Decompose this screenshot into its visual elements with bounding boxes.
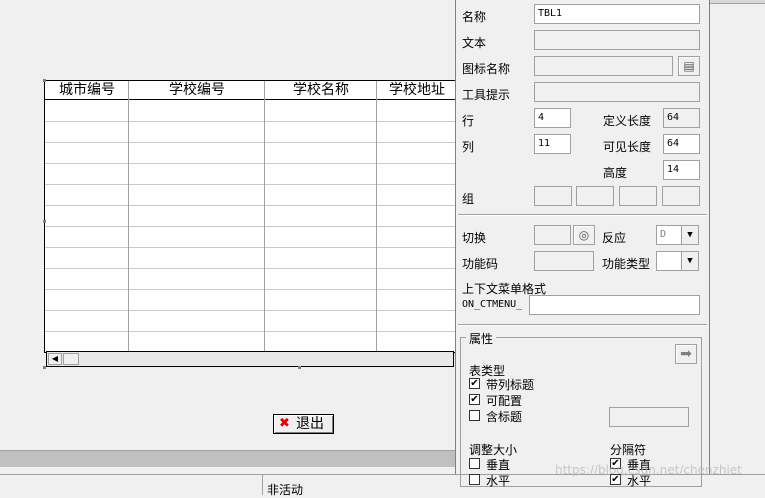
tooltip-field[interactable] [534, 82, 700, 102]
defined-length-field[interactable]: 64 [663, 108, 700, 128]
height-label: 高度 [603, 166, 628, 180]
rows-field[interactable]: 4 [534, 108, 571, 128]
status-text: 非活动 [267, 483, 304, 497]
icon-name-label: 图标名称 [462, 62, 511, 76]
arrow-right-icon: ➡ [680, 346, 692, 362]
chevron-down-icon[interactable]: ▼ [681, 252, 698, 270]
table-row-line [45, 310, 457, 311]
function-code-field[interactable] [534, 251, 594, 271]
function-type-select[interactable]: ▼ [656, 251, 699, 271]
resize-vertical-label: 垂直 [486, 458, 511, 472]
scroll-thumb[interactable] [63, 353, 79, 365]
divider [458, 324, 707, 326]
exit-button[interactable]: ✖ 退出 [273, 414, 334, 434]
resize-horizontal-checkbox[interactable] [469, 474, 480, 485]
column-title-label: 带列标题 [486, 378, 535, 392]
table-row-line [45, 247, 457, 248]
function-type-label: 功能类型 [602, 257, 651, 271]
context-menu-prefix: ON_CTMENU_ [462, 299, 523, 310]
resize-horizontal-label: 水平 [486, 474, 511, 488]
group-label: 组 [462, 192, 475, 206]
height-field[interactable]: 14 [663, 160, 700, 180]
context-menu-field[interactable] [529, 295, 700, 315]
column-line [128, 81, 129, 352]
table-row-line [45, 289, 457, 290]
selection-handle[interactable] [43, 366, 46, 369]
icon-picker-button[interactable]: ▤ [678, 56, 700, 76]
attributes-panel: 名称 TBL1 文本 图标名称 ▤ 工具提示 行 4 定义长度 64 列 11 … [455, 0, 710, 488]
column-title-checkbox[interactable]: ✔ [469, 378, 480, 389]
with-title-checkbox[interactable] [469, 410, 480, 421]
table-control[interactable]: 城市编号 学校编号 学校名称 学校地址 [44, 80, 458, 353]
visible-length-label: 可见长度 [603, 140, 652, 154]
table-row-line [45, 205, 457, 206]
with-title-label: 含标题 [486, 410, 523, 424]
table-row-line [45, 226, 457, 227]
name-field[interactable]: TBL1 [534, 4, 700, 24]
tooltip-label: 工具提示 [462, 88, 511, 102]
column-header-school-name[interactable]: 学校名称 [265, 81, 377, 100]
attributes-group-title: 属性 [466, 330, 497, 347]
group-field-2[interactable] [576, 186, 614, 206]
selection-handle[interactable] [43, 220, 46, 223]
reaction-select[interactable]: D ▼ [656, 225, 699, 245]
function-code-label: 功能码 [462, 257, 499, 271]
group-field-4[interactable] [662, 186, 700, 206]
expand-arrow-button[interactable]: ➡ [675, 344, 697, 364]
column-line [376, 81, 377, 352]
title-field[interactable] [609, 407, 689, 427]
columns-label: 列 [462, 140, 475, 154]
table-horizontal-scrollbar[interactable]: ◀ [46, 351, 454, 367]
defined-length-label: 定义长度 [603, 114, 652, 128]
status-divider [262, 475, 263, 495]
configurable-label: 可配置 [486, 394, 523, 408]
reaction-label: 反应 [602, 231, 627, 245]
status-bar-upper [0, 450, 455, 467]
selection-handle[interactable] [43, 79, 46, 82]
table-row-line [45, 142, 457, 143]
scroll-left-button[interactable]: ◀ [48, 353, 62, 365]
list-icon: ▤ [683, 59, 695, 73]
columns-field[interactable]: 11 [534, 134, 571, 154]
column-header-school-address[interactable]: 学校地址 [377, 81, 457, 100]
close-icon: ✖ [279, 416, 290, 431]
screen-painter-canvas[interactable]: 城市编号 学校编号 学校名称 学校地址 ◀ ✖ 退出 [0, 0, 458, 450]
resize-vertical-checkbox[interactable] [469, 458, 480, 469]
text-label: 文本 [462, 36, 487, 50]
toggle-picker-button[interactable]: ◎ [573, 225, 595, 245]
table-row-line [45, 331, 457, 332]
group-field-1[interactable] [534, 186, 572, 206]
group-field-3[interactable] [619, 186, 657, 206]
exit-button-label: 退出 [296, 416, 324, 432]
toggle-field[interactable] [534, 225, 571, 245]
column-header-city-no[interactable]: 城市编号 [45, 81, 129, 100]
rows-label: 行 [462, 114, 475, 128]
table-row-line [45, 163, 457, 164]
configurable-checkbox[interactable]: ✔ [469, 394, 480, 405]
icon-name-field[interactable] [534, 56, 673, 76]
refresh-icon: ◎ [578, 228, 590, 242]
visible-length-field[interactable]: 64 [663, 134, 700, 154]
column-header-school-no[interactable]: 学校编号 [129, 81, 265, 100]
watermark: https://blog.csdn.net/chenzhiet [555, 463, 742, 477]
name-label: 名称 [462, 10, 487, 24]
selection-handle[interactable] [298, 366, 301, 369]
table-row-line [45, 121, 457, 122]
text-field[interactable] [534, 30, 700, 50]
table-row-line [45, 184, 457, 185]
reaction-value: D [660, 229, 667, 240]
chevron-down-icon[interactable]: ▼ [681, 226, 698, 244]
column-line [264, 81, 265, 352]
table-row-line [45, 268, 457, 269]
toggle-label: 切换 [462, 231, 487, 245]
divider [458, 214, 707, 216]
